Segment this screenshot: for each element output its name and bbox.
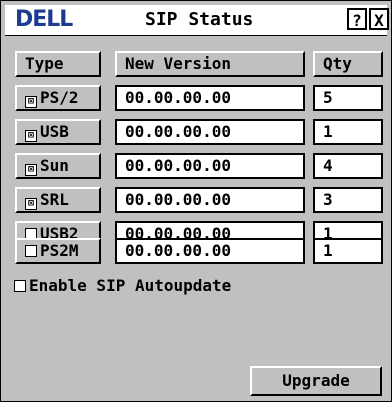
qty-cell: 1 <box>313 119 383 145</box>
checkbox-icon: ⊠ <box>25 198 37 210</box>
enable-autoupdate-checkbox[interactable]: Enable SIP Autoupdate <box>14 276 231 295</box>
window-title: SIP Status <box>145 9 254 30</box>
type-checkbox-usb[interactable]: ⊠ USB <box>15 119 101 145</box>
version-cell: 00.00.00.00 <box>115 238 305 264</box>
version-cell: 00.00.00.00 <box>115 153 305 179</box>
sip-status-window: DELL SIP Status ? X Type New Version Qty… <box>0 0 392 402</box>
type-checkbox-ps2m[interactable]: PS2M <box>15 238 101 264</box>
close-button[interactable]: X <box>369 8 389 30</box>
column-header-new-version: New Version <box>115 51 305 77</box>
checkbox-icon: ⊠ <box>25 96 37 108</box>
type-checkbox-srl[interactable]: ⊠ SRL <box>15 187 101 213</box>
type-checkbox-sun[interactable]: ⊠ Sun <box>15 153 101 179</box>
qty-cell: 1 <box>313 238 383 264</box>
type-label: Sun <box>40 156 69 175</box>
version-cell: 00.00.00.00 <box>115 119 305 145</box>
type-label: PS2M <box>40 241 79 260</box>
column-header-qty: Qty <box>313 51 383 77</box>
type-checkbox-ps2[interactable]: ⊠ PS/2 <box>15 85 101 111</box>
autoupdate-label: Enable SIP Autoupdate <box>29 276 232 295</box>
help-button[interactable]: ? <box>347 8 367 30</box>
checkbox-icon <box>25 245 37 257</box>
version-cell: 00.00.00.00 <box>115 85 305 111</box>
checkbox-icon <box>14 280 26 292</box>
qty-cell: 3 <box>313 187 383 213</box>
qty-cell: 5 <box>313 85 383 111</box>
upgrade-button[interactable]: Upgrade <box>250 366 382 396</box>
type-label: USB <box>40 122 69 141</box>
qty-cell: 4 <box>313 153 383 179</box>
title-bar: DELL SIP Status ? X <box>5 5 389 36</box>
version-cell: 00.00.00.00 <box>115 187 305 213</box>
column-header-type: Type <box>15 51 101 77</box>
checkbox-icon: ⊠ <box>25 130 37 142</box>
checkbox-icon: ⊠ <box>25 164 37 176</box>
dell-logo: DELL <box>15 7 73 32</box>
type-label: PS/2 <box>40 88 79 107</box>
type-label: SRL <box>40 190 69 209</box>
